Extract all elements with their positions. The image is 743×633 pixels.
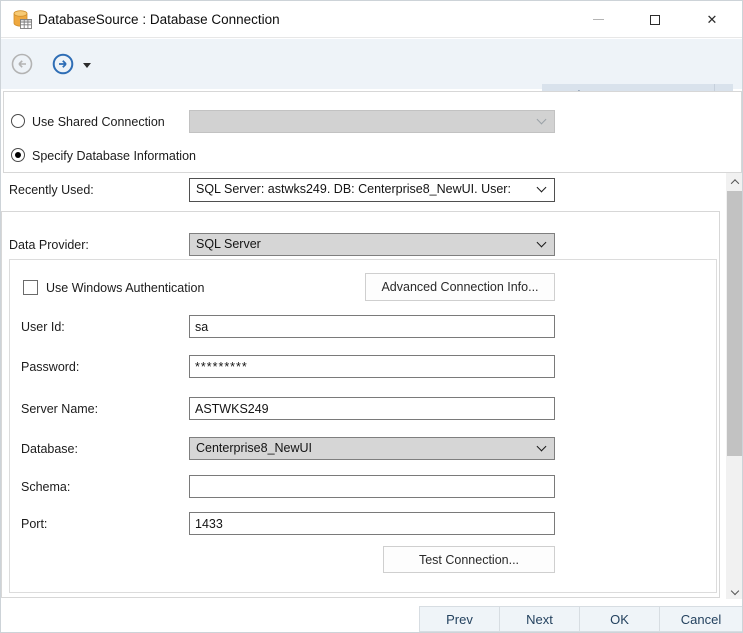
- close-button[interactable]: ✕: [695, 4, 729, 35]
- user-id-input[interactable]: [189, 315, 555, 338]
- recently-used-label: Recently Used:: [9, 183, 94, 197]
- cancel-button[interactable]: Cancel: [659, 606, 743, 632]
- password-label: Password:: [21, 360, 79, 374]
- maximize-button[interactable]: [638, 4, 672, 35]
- ok-button[interactable]: OK: [579, 606, 660, 632]
- database-label: Database:: [21, 442, 78, 456]
- data-provider-label: Data Provider:: [9, 238, 89, 252]
- navigate-back-button[interactable]: [10, 52, 34, 76]
- database-dropdown[interactable]: Centerprise8_NewUI: [189, 437, 555, 460]
- data-provider-dropdown[interactable]: SQL Server: [189, 233, 555, 256]
- server-name-input[interactable]: [189, 397, 555, 420]
- use-shared-connection-label: Use Shared Connection: [32, 115, 165, 129]
- scroll-up-icon: [731, 179, 739, 187]
- credentials-groupbox: [9, 259, 717, 593]
- user-id-label: User Id:: [21, 320, 65, 334]
- database-value: Centerprise8_NewUI: [196, 441, 312, 455]
- advanced-connection-info-button[interactable]: Advanced Connection Info...: [365, 273, 555, 301]
- database-table-icon: [11, 9, 32, 30]
- database-connection-dialog: DatabaseSource : Database Connection ✕ E…: [0, 0, 743, 633]
- scroll-down-button[interactable]: [726, 582, 743, 599]
- schema-label: Schema:: [21, 480, 70, 494]
- server-name-label: Server Name:: [21, 402, 98, 416]
- minimize-button[interactable]: [581, 4, 615, 35]
- minimize-icon: [593, 19, 604, 20]
- nav-history-dropdown-icon[interactable]: [83, 63, 91, 68]
- specify-database-information-label: Specify Database Information: [32, 149, 196, 163]
- chevron-down-icon: [537, 114, 547, 124]
- prev-button[interactable]: Prev: [419, 606, 500, 632]
- back-arrow-icon: [10, 52, 34, 76]
- maximize-icon: [650, 15, 660, 25]
- window-title: DatabaseSource : Database Connection: [38, 1, 280, 38]
- scroll-down-icon: [731, 586, 739, 594]
- radio-specify-database-information[interactable]: [11, 148, 25, 162]
- vertical-scrollbar[interactable]: [726, 173, 743, 599]
- close-icon: ✕: [707, 13, 718, 26]
- titlebar: DatabaseSource : Database Connection ✕: [1, 1, 743, 38]
- use-windows-authentication-checkbox[interactable]: ✓: [23, 280, 38, 295]
- password-input[interactable]: [189, 355, 555, 378]
- forward-arrow-icon: [51, 52, 75, 76]
- navigate-forward-button[interactable]: [51, 52, 75, 76]
- data-provider-value: SQL Server: [196, 237, 261, 251]
- chevron-down-icon: [537, 183, 547, 193]
- next-button[interactable]: Next: [499, 606, 580, 632]
- shared-connection-dropdown: [189, 110, 555, 133]
- scroll-up-button[interactable]: [726, 173, 743, 190]
- toolbar: Editing: DatabaseSource: [1, 39, 743, 89]
- recently-used-dropdown[interactable]: SQL Server: astwks249. DB: Centerprise8_…: [189, 178, 555, 202]
- schema-input[interactable]: [189, 475, 555, 498]
- scrollbar-thumb[interactable]: [727, 191, 743, 456]
- chevron-down-icon: [537, 441, 547, 451]
- recently-used-value: SQL Server: astwks249. DB: Centerprise8_…: [196, 182, 511, 196]
- chevron-down-icon: [537, 237, 547, 247]
- port-input[interactable]: [189, 512, 555, 535]
- test-connection-button[interactable]: Test Connection...: [383, 546, 555, 573]
- port-label: Port:: [21, 517, 47, 531]
- use-windows-authentication-label: Use Windows Authentication: [46, 281, 204, 295]
- radio-use-shared-connection[interactable]: [11, 114, 25, 128]
